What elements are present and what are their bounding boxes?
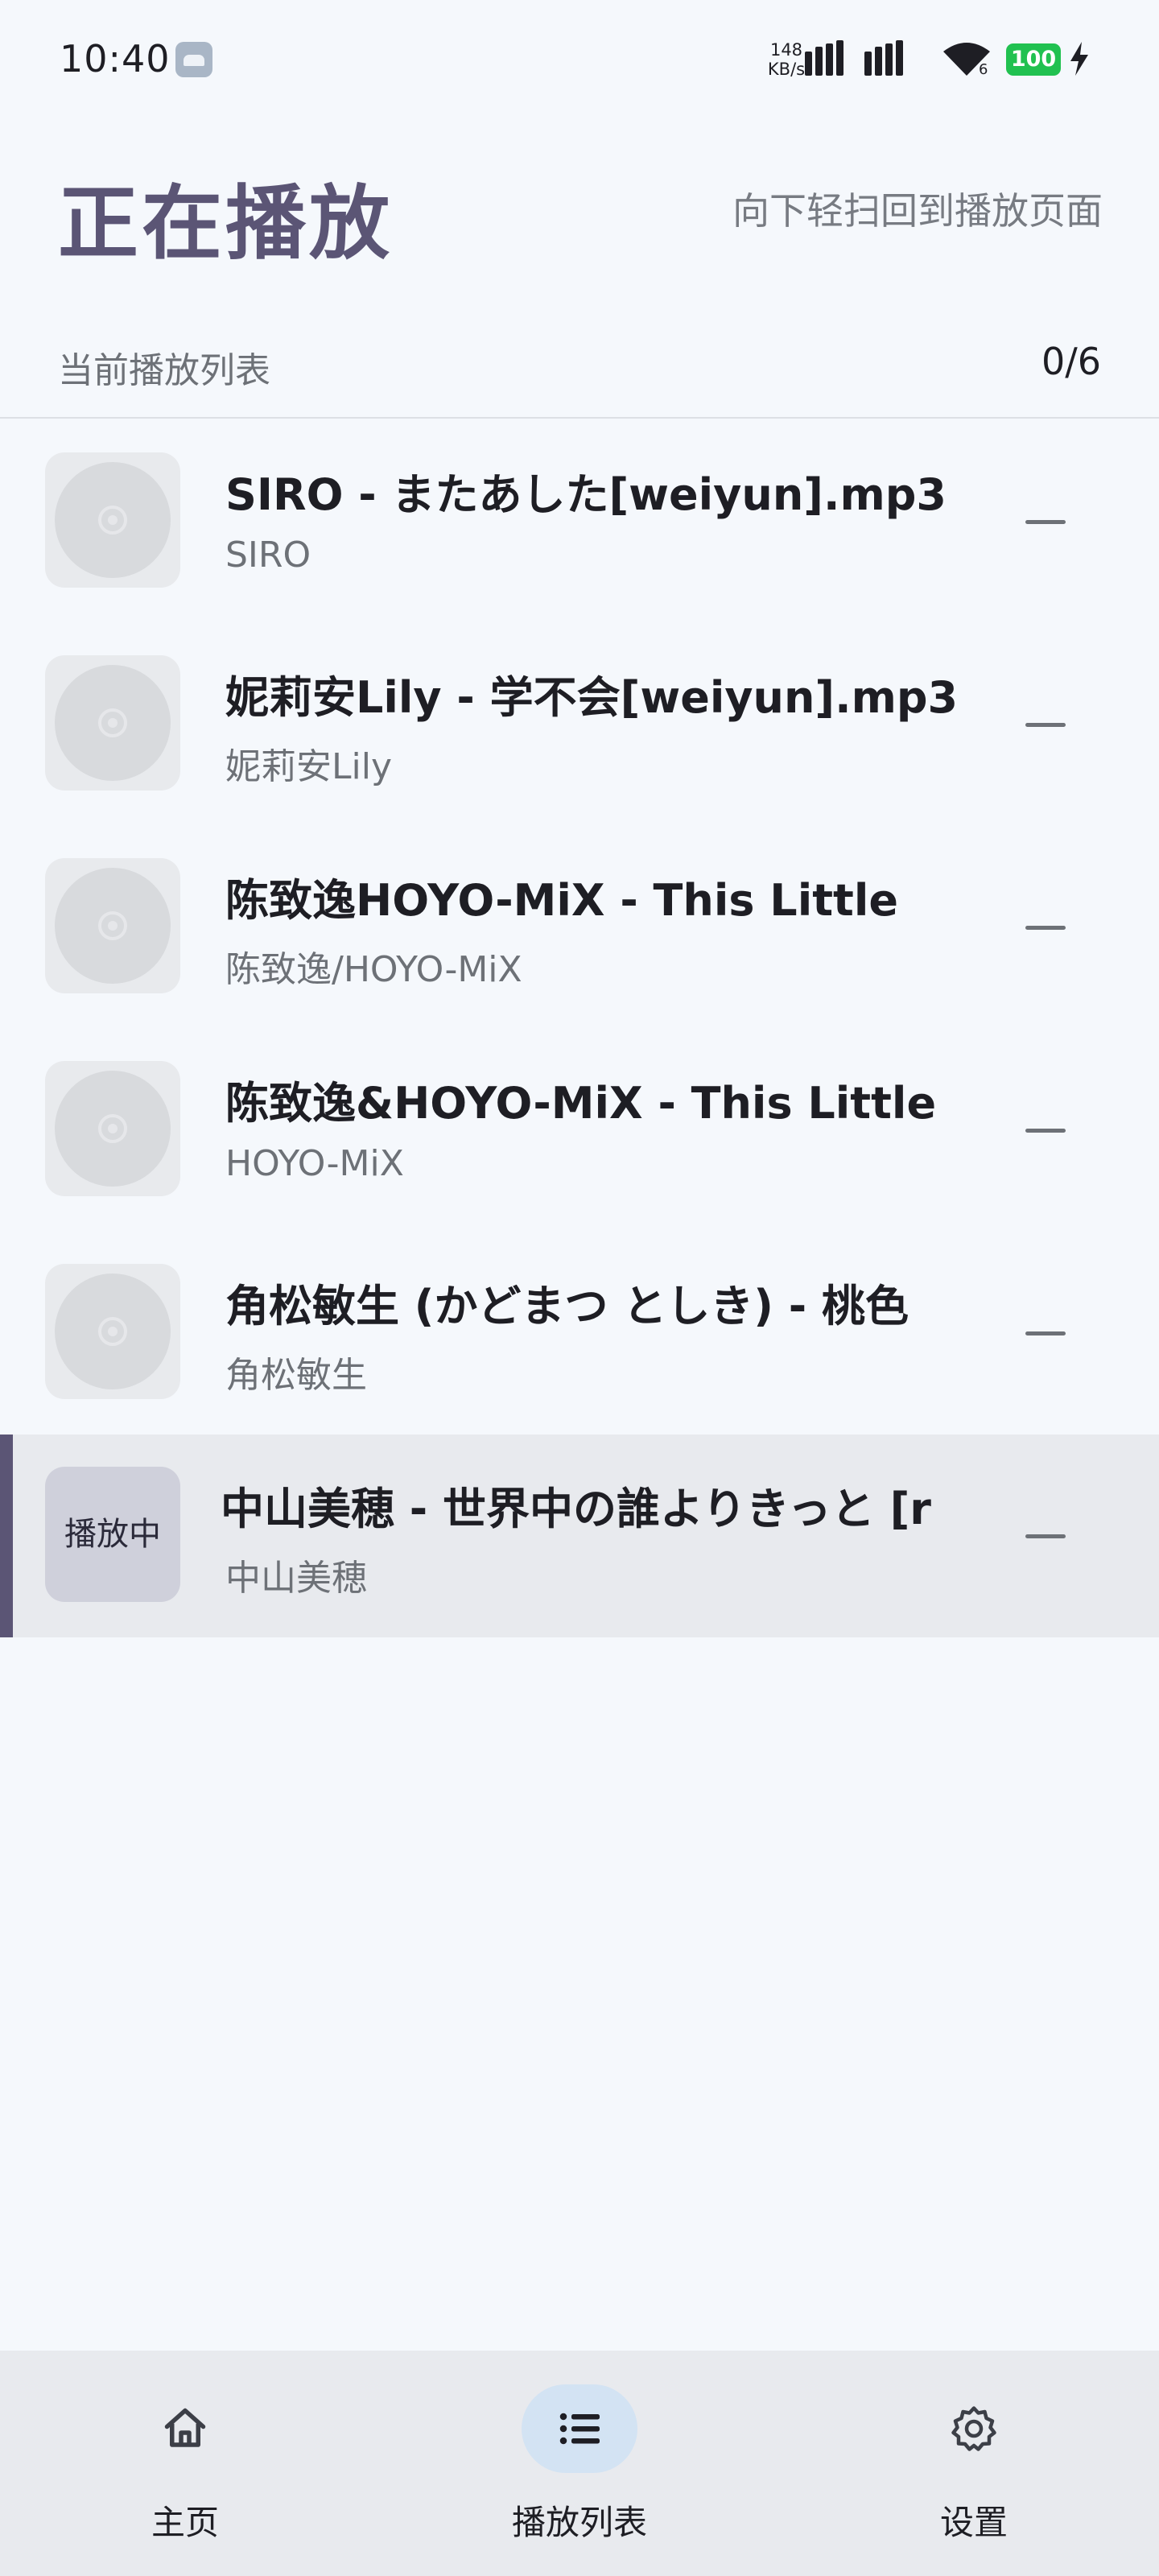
song-artist: 角松敏生 [225,1355,367,1396]
album-art [45,858,180,993]
disc-icon [55,1274,171,1389]
nav-item-settings[interactable]: 设置 [829,2351,1119,2576]
status-bar: 10:40 148 KB/s 6 100 [0,0,1159,121]
song-title: 中山美穂 - 世界中の誰よりきっと [r [221,1484,931,1534]
minus-icon [1025,1331,1066,1335]
nav-item-home[interactable]: 主页 [40,2351,330,2576]
song-list: SIRO - またあした[weiyun].mp3 SIRO 妮莉安Lily - … [0,420,1159,1637]
song-artist: HOYO-MiX [225,1143,404,1184]
charging-icon [1070,42,1088,76]
remove-song-button[interactable] [1014,708,1079,741]
swipe-down-hint: 向下轻扫回到播放页面 [732,189,1103,233]
song-title: 陈致逸HOYO-MiX - This Little [225,875,898,926]
remove-song-button[interactable] [1014,506,1079,538]
list-icon [559,2413,600,2445]
nav-item-playlist[interactable]: 播放列表 [435,2351,724,2576]
album-art [45,452,180,588]
song-item[interactable]: 妮莉安Lily - 学不会[weiyun].mp3 妮莉安Lily [0,623,1159,826]
nav-pill-home [127,2384,243,2473]
nav-pill-playlist [522,2384,637,2473]
disc-icon [55,1071,171,1187]
disc-icon [55,462,171,578]
song-artist: SIRO [225,535,311,576]
minus-icon [1025,520,1066,524]
notification-app-icon [175,42,212,77]
minus-icon [1025,926,1066,930]
song-artist: 中山美穂 [225,1558,367,1599]
nav-label-playlist: 播放列表 [511,2503,647,2542]
album-art [45,1061,180,1196]
nav-pill-settings [916,2384,1032,2473]
home-icon [164,2408,206,2447]
song-artist: 陈致逸/HOYO-MiX [225,949,522,990]
disc-icon [55,665,171,781]
song-title: 角松敏生 (かどまつ としき) - 桃色 [225,1281,909,1331]
network-speed: 148 KB/s [761,40,811,79]
minus-icon [1025,1534,1066,1538]
status-time: 10:40 [60,37,171,80]
song-title: 陈致逸&HOYO-MiX - This Little [225,1078,937,1129]
now-playing-indicator [0,1435,13,1637]
wifi-sub-label: 6 [979,61,988,78]
song-title: 妮莉安Lily - 学不会[weiyun].mp3 [225,672,959,723]
network-speed-unit: KB/s [767,60,806,79]
disc-icon [55,868,171,984]
song-item[interactable]: 陈致逸HOYO-MiX - This Little 陈致逸/HOYO-MiX [0,826,1159,1029]
page-title: 正在播放 [58,176,393,270]
remove-song-button[interactable] [1014,1317,1079,1349]
playlist-header: 当前播放列表 0/6 [0,322,1159,419]
playlist-count: 0/6 [1041,340,1101,383]
song-item[interactable]: 角松敏生 (かどまつ としき) - 桃色 角松敏生 [0,1232,1159,1435]
album-art [45,1264,180,1399]
remove-song-button[interactable] [1014,911,1079,943]
nav-label-home: 主页 [151,2503,219,2542]
network-speed-value: 148 [769,40,803,60]
album-art-playing: 播放中 [45,1467,180,1602]
song-item[interactable]: SIRO - またあした[weiyun].mp3 SIRO [0,420,1159,623]
minus-icon [1025,723,1066,727]
nav-label-settings: 设置 [939,2503,1008,2542]
battery-indicator: 100 [1006,43,1061,76]
song-title: SIRO - またあした[weiyun].mp3 [225,469,947,520]
minus-icon [1025,1129,1066,1133]
album-art [45,655,180,791]
remove-song-button[interactable] [1014,1114,1079,1146]
song-artist: 妮莉安Lily [225,746,393,787]
now-playing-screen: 10:40 148 KB/s 6 100 正在播放 向下轻扫回到播放页面 当前播… [0,0,1159,2576]
song-item[interactable]: 陈致逸&HOYO-MiX - This Little HOYO-MiX [0,1029,1159,1232]
signal-icon [805,40,852,76]
playing-label: 播放中 [64,1516,161,1553]
playlist-title: 当前播放列表 [58,350,270,391]
remove-song-button[interactable] [1014,1520,1079,1552]
song-item-now-playing[interactable]: 播放中 中山美穂 - 世界中の誰よりきっと [r 中山美穂 [0,1435,1159,1637]
bottom-navigation: 主页 播放列表 设置 [0,2351,1159,2576]
settings-icon [951,2406,996,2451]
signal-icon-2 [864,40,911,76]
